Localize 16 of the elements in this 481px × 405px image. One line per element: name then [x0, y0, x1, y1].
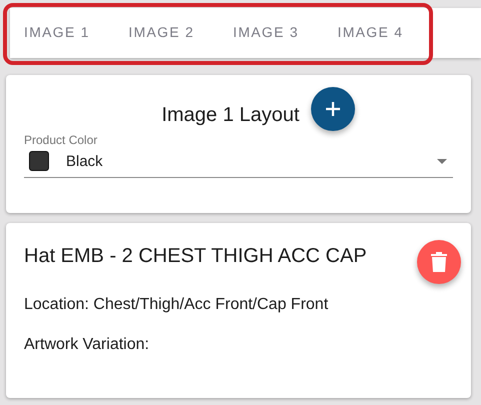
tab[interactable]: IMAGE 3 [233, 8, 338, 58]
caret-icon [437, 158, 447, 164]
tab[interactable]: IMAGE 2 [128, 8, 233, 58]
field-label: Product Color [24, 133, 98, 147]
artwork-variation-text: Artwork Variation: [24, 336, 150, 354]
tab[interactable]: IMAGE 4 [338, 8, 442, 58]
card-title: Image 1 Layout [162, 104, 300, 126]
select-value: Black [66, 152, 104, 170]
plus-icon [324, 100, 342, 118]
location-text: Location: Chest/Thigh/Acc Front/Cap Front [24, 296, 330, 314]
tab[interactable]: IMAGE 1 [24, 8, 128, 58]
trash-icon [431, 252, 447, 272]
card-title: Hat EMB - 2 CHEST THIGH ACC CAP [24, 245, 367, 268]
add-button[interactable] [311, 87, 356, 131]
delete-button[interactable] [417, 240, 461, 284]
product-color-select[interactable]: Product Color Black [24, 133, 453, 178]
